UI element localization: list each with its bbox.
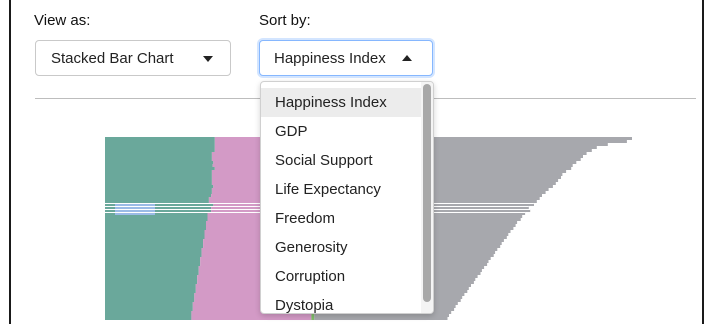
bar-segment-gdp (105, 230, 205, 233)
bar-segment-gdp (105, 257, 201, 260)
dropdown-option[interactable]: Generosity (261, 233, 421, 262)
dropdown-scrollbar-thumb[interactable] (423, 84, 431, 302)
bar-segment-gdp (105, 293, 195, 296)
bar-segment-gdp (105, 140, 215, 143)
bar-segment-gdp (105, 215, 208, 218)
bar-segment-freedom (311, 314, 315, 317)
bar-segment-gdp (105, 227, 206, 230)
bar-segment-gdp (105, 314, 192, 317)
bar-segment-corruption (115, 210, 155, 212)
bar-segment-gdp (105, 176, 212, 179)
bar-segment-gdp (105, 272, 199, 275)
bar-segment-freedom (311, 317, 315, 320)
bar-segment-gdp (105, 281, 198, 284)
bar-segment-gdp (105, 302, 193, 305)
bar-segment-gdp (105, 299, 195, 302)
bar-segment-gdp (105, 242, 204, 245)
bar-segment-gdp (105, 179, 212, 182)
bar-segment-gdp (105, 263, 201, 266)
bar-segment-gdp (105, 245, 204, 248)
bar-segment-gdp (105, 311, 192, 314)
dropdown-option[interactable]: Dystopia (261, 291, 421, 313)
bar-segment-gdp (105, 191, 212, 194)
bar-segment-gdp (105, 173, 212, 176)
bar-segment-dystopia (314, 317, 448, 320)
dropdown-option[interactable]: Happiness Index (261, 88, 421, 117)
bar-segment-gdp (105, 305, 193, 308)
bar-segment-gdp (105, 155, 212, 158)
bar-segment-gdp (105, 167, 215, 170)
bar-segment-gdp (105, 218, 208, 221)
bar-segment-gdp (105, 254, 202, 257)
bar-segment-gdp (105, 164, 213, 167)
bar-segment-gdp (105, 224, 206, 227)
bar-segment-gdp (105, 194, 212, 197)
dropdown-option[interactable]: Freedom (261, 204, 421, 233)
bar-segment-gdp (105, 284, 196, 287)
bar-segment-gdp (105, 182, 212, 185)
bar-segment-gdp (105, 161, 214, 164)
dropdown-option[interactable]: Corruption (261, 262, 421, 291)
bar-segment-gdp (105, 269, 199, 272)
bar-segment-gdp (105, 170, 212, 173)
bar-segment-gdp (105, 146, 215, 149)
dropdown-option[interactable]: Social Support (261, 146, 421, 175)
bar-segment-gdp (105, 260, 201, 263)
bar-segment-gdp (105, 287, 196, 290)
dropdown-option[interactable]: Life Expectancy (261, 175, 421, 204)
bar-segment-social-support (191, 314, 312, 317)
dropdown-option[interactable]: GDP (261, 117, 421, 146)
bar-segment-gdp (105, 200, 209, 203)
bar-segment-gdp (105, 239, 204, 242)
bar-segment-corruption (115, 207, 155, 209)
bar-segment-social-support (191, 317, 312, 320)
bar-segment-corruption (115, 213, 155, 215)
bar-segment-gdp (105, 143, 215, 146)
bar-segment-gdp (105, 221, 206, 224)
bar-segment-dystopia (314, 314, 449, 317)
bar-segment-gdp (105, 152, 212, 155)
bar-segment-gdp (105, 185, 214, 188)
bar-segment-gdp (105, 149, 215, 152)
bar-segment-corruption (115, 204, 155, 206)
bar-segment-gdp (105, 278, 198, 281)
bar-segment-gdp (105, 275, 198, 278)
bar-segment-gdp (105, 248, 202, 251)
bar-segment-gdp (105, 158, 212, 161)
bar-segment-gdp (105, 233, 205, 236)
bar-segment-gdp (105, 197, 209, 200)
bar-segment-gdp (105, 308, 193, 311)
bar-segment-gdp (105, 236, 205, 239)
bar-segment-gdp (105, 266, 199, 269)
bar-segment-gdp (105, 137, 215, 140)
sort-by-dropdown-menu[interactable]: Dystopia Corruption Generosity Freedom Life … (260, 81, 434, 314)
bar-segment-gdp (105, 296, 195, 299)
bar-segment-gdp (105, 188, 212, 191)
bar-segment-gdp (105, 251, 202, 254)
bar-segment-gdp (105, 290, 196, 293)
bar-segment-gdp (105, 317, 192, 320)
